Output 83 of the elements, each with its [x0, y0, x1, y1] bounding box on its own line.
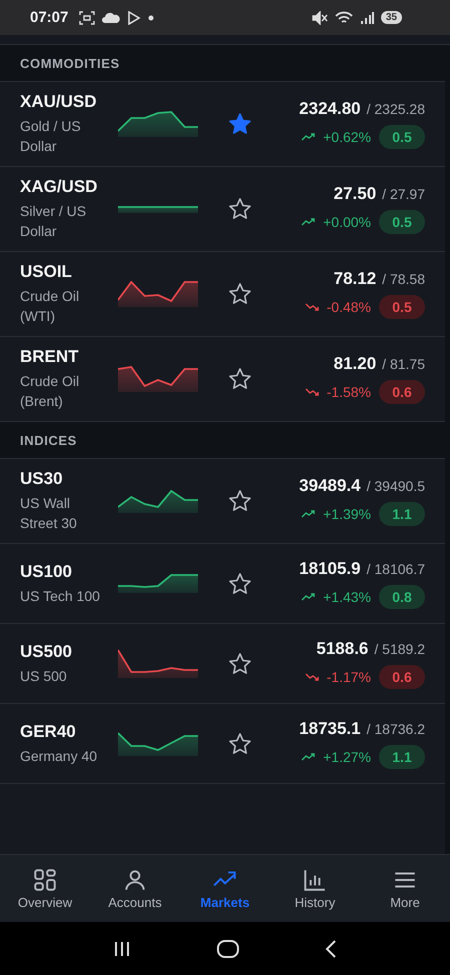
- signal-icon: [360, 10, 374, 24]
- bid-price: 78.12: [334, 269, 376, 289]
- trend-up-icon: [301, 752, 316, 762]
- section-title: INDICES: [20, 432, 77, 448]
- cloud-icon: [102, 12, 120, 24]
- dot-icon: [148, 14, 154, 20]
- star-icon[interactable]: [228, 197, 252, 221]
- wifi-icon: [334, 10, 353, 24]
- spread-badge: 1.1: [379, 744, 425, 768]
- spread-badge: 0.6: [379, 664, 425, 688]
- description: Gold / US Dollar: [20, 117, 82, 156]
- filled-star-icon[interactable]: [228, 112, 252, 136]
- ask-price: / 2325.28: [366, 101, 425, 117]
- bid-price: 5188.6: [316, 638, 368, 658]
- ask-price: / 18106.7: [366, 560, 425, 576]
- grid-icon: [32, 867, 58, 893]
- percent-change: +1.39%: [323, 506, 371, 522]
- percent-change: -1.58%: [326, 384, 371, 400]
- symbol: BRENT: [20, 347, 80, 367]
- ask-price: / 78.58: [382, 271, 425, 287]
- spread-badge: 0.5: [379, 210, 425, 234]
- percent-change: -1.17%: [326, 668, 371, 684]
- nav-tab[interactable]: More: [360, 855, 450, 922]
- section-title: COMMODITIES: [20, 56, 120, 70]
- trend-up-icon: [301, 217, 316, 227]
- description: Silver / US Dollar: [20, 202, 88, 241]
- ask-price: / 81.75: [382, 356, 425, 372]
- clock: 07:07: [30, 9, 68, 26]
- trend-up-icon: [301, 592, 316, 602]
- symbol: US100: [20, 562, 73, 582]
- symbol: XAU/USD: [20, 92, 98, 112]
- description: Crude Oil (WTI): [20, 287, 80, 326]
- bid-price: 2324.80: [299, 99, 361, 119]
- ask-price: / 18736.2: [366, 720, 425, 736]
- description: Crude Oil (Brent): [20, 372, 80, 411]
- mute-icon: [312, 10, 328, 24]
- percent-change: -0.48%: [326, 299, 371, 315]
- trend-up-icon: [301, 509, 316, 519]
- description: US 500: [20, 666, 68, 686]
- percent-change: +0.00%: [323, 214, 371, 230]
- battery-indicator: 35: [380, 11, 402, 24]
- star-icon[interactable]: [228, 489, 252, 513]
- spread-badge: 0.8: [379, 584, 425, 608]
- bid-price: 18735.1: [299, 718, 361, 738]
- nav-tab[interactable]: History: [270, 855, 360, 922]
- symbol: XAG/USD: [20, 177, 98, 197]
- symbol: GER40: [20, 722, 77, 742]
- trend-down-icon: [304, 387, 319, 397]
- trend-up-icon: [301, 132, 316, 142]
- screenshot-icon: [79, 10, 96, 24]
- bid-price: 27.50: [334, 184, 376, 204]
- trend-down-icon: [304, 672, 319, 682]
- symbol: USOIL: [20, 262, 73, 282]
- back-icon[interactable]: [324, 938, 338, 958]
- spread-badge: 0.5: [379, 295, 425, 319]
- nav-tab[interactable]: Overview: [0, 855, 90, 922]
- star-icon[interactable]: [228, 282, 252, 306]
- symbol: US30: [20, 469, 64, 489]
- spread-badge: 0.5: [379, 125, 425, 149]
- percent-change: +1.43%: [323, 588, 371, 604]
- play-icon: [127, 10, 142, 24]
- ask-price: / 5189.2: [374, 640, 425, 656]
- spread-badge: 0.6: [379, 380, 425, 404]
- trend-down-icon: [304, 302, 319, 312]
- description: US Tech 100: [20, 586, 101, 606]
- star-icon[interactable]: [228, 652, 252, 676]
- star-icon[interactable]: [228, 732, 252, 756]
- bid-price: 39489.4: [299, 476, 361, 496]
- description: US Wall Street 30: [20, 494, 78, 533]
- home-icon[interactable]: [216, 938, 240, 958]
- spread-badge: 1.1: [379, 502, 425, 526]
- description: Germany 40: [20, 746, 98, 766]
- ask-price: / 39490.5: [366, 478, 425, 494]
- star-icon[interactable]: [228, 367, 252, 391]
- bid-price: 81.20: [334, 354, 376, 374]
- star-icon[interactable]: [228, 572, 252, 596]
- nav-tab[interactable]: Markets: [180, 855, 270, 922]
- bid-price: 18105.9: [299, 558, 361, 578]
- percent-change: +0.62%: [323, 129, 371, 145]
- nav-tab[interactable]: Accounts: [90, 855, 180, 922]
- percent-change: +1.27%: [323, 748, 371, 764]
- ask-price: / 27.97: [382, 186, 425, 202]
- symbol: US500: [20, 642, 73, 662]
